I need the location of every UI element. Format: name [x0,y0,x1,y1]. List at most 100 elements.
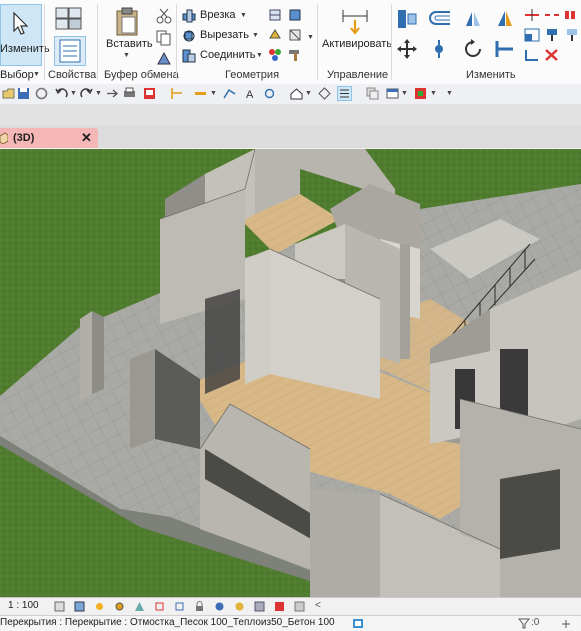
visibility-graphics-icon[interactable] [414,87,427,100]
temp-hide-icon[interactable] [214,601,225,612]
save-icon[interactable] [17,87,30,100]
separator [391,4,392,80]
chevron-down-icon[interactable]: ▼ [70,90,77,97]
unpin-icon[interactable] [564,28,580,42]
3d-viewport[interactable] [0,149,581,597]
worksharing-icon[interactable] [254,601,265,612]
match-properties-icon[interactable] [156,50,172,66]
analytical-model-icon[interactable] [274,601,285,612]
detail-level-icon[interactable] [54,601,65,612]
show-crop-icon[interactable] [174,601,185,612]
thin-lines-icon[interactable] [337,86,352,101]
select-dropdown[interactable]: Выбор ▼ [0,68,44,82]
separator [97,4,98,80]
wall [310,489,380,597]
paste-button[interactable]: Вставить ▼ [104,4,153,64]
select-label: Выбор [0,69,34,81]
geometry-group-title: Геометрия [225,69,280,81]
mirror-pick-axis-icon[interactable] [462,8,484,30]
delete-icon[interactable] [544,48,560,62]
open-icon[interactable] [2,87,15,100]
split-element-icon[interactable] [524,8,540,22]
filter-icon[interactable] [518,618,530,629]
paint-icon[interactable] [268,28,282,42]
align-icon[interactable] [396,8,418,30]
workset-icon[interactable] [352,618,364,629]
sync-icon[interactable] [35,87,48,100]
cut-geometry-button[interactable]: Вырезать ▼ [182,28,264,44]
activate-label: Активировать [322,38,393,50]
chevron-down-icon[interactable]: ▼ [210,90,217,97]
spot-elevation-icon[interactable] [223,87,236,100]
control-group-title: Управление [327,69,389,81]
reveal-hidden-icon[interactable] [234,601,245,612]
drag-elements-icon[interactable] [560,618,572,629]
chevron-down-icon[interactable]: ▼ [401,90,408,97]
customize-qat-icon[interactable]: ▼ [446,90,453,97]
switch-windows-icon[interactable] [386,87,399,100]
arrow-right-icon[interactable] [106,87,119,100]
wall-joins-icon[interactable] [268,8,282,22]
chevron-left-icon[interactable]: < [315,600,321,611]
home-3d-icon[interactable] [290,87,303,100]
hammer-icon[interactable] [288,48,302,62]
scale-selector[interactable]: 1 : 100 [8,600,39,611]
modify-label: Изменить [0,43,50,55]
scale-icon[interactable] [524,28,540,42]
sun-path-icon[interactable] [94,601,105,612]
print-icon[interactable] [123,87,136,100]
copy-element-icon[interactable] [428,38,450,60]
render-icon[interactable] [134,601,145,612]
tag-icon[interactable]: A [244,87,257,100]
cut-icon[interactable] [156,8,172,24]
highlight-displacement-icon[interactable] [294,601,305,612]
demolish-icon[interactable] [288,28,302,42]
pin-icon[interactable] [544,28,560,42]
color-fill-icon[interactable] [268,48,282,62]
cut-geometry-label: Вырезать [200,29,249,41]
type-properties-button[interactable] [52,6,86,30]
close-icon[interactable]: ✕ [81,130,92,146]
properties-palette-icon [59,39,81,63]
cope-icon [182,9,196,23]
tab-3d-view[interactable]: (3D) ✕ [0,128,98,148]
join-button[interactable]: Соединить ▼ [182,48,264,64]
section-icon[interactable] [318,87,331,100]
activate-button[interactable]: Активировать [320,4,392,64]
trim-multiple-icon[interactable] [524,48,540,62]
redo-icon[interactable] [80,87,93,100]
split-face-icon[interactable] [288,8,302,22]
chevron-down-icon[interactable]: ▼ [95,90,102,97]
clipboard-icon [116,7,138,36]
chevron-down-icon[interactable]: ▼ [307,34,314,41]
split-gap-icon[interactable] [544,8,560,22]
activate-dimension-icon [342,10,368,35]
properties-button[interactable] [54,36,86,66]
copy-icon[interactable] [156,30,172,46]
join-label: Соединить [200,49,256,61]
text-icon[interactable] [263,87,276,100]
building-3d-model [0,149,581,597]
cope-button[interactable]: Врезка ▼ [182,8,264,24]
cope-label: Врезка [200,9,236,21]
move-icon[interactable] [396,38,418,60]
aligned-dimension-icon[interactable] [194,87,207,100]
chevron-down-icon[interactable]: ▼ [305,90,312,97]
balcony-window [500,469,560,559]
export-icon[interactable] [143,87,156,100]
clipboard-group-title: Буфер обмена [104,69,179,81]
array-icon[interactable] [564,8,580,22]
undo-icon[interactable] [55,87,68,100]
visual-style-icon[interactable] [74,601,85,612]
shadows-icon[interactable] [114,601,125,612]
crop-view-icon[interactable] [154,601,165,612]
measure-icon[interactable] [170,87,183,100]
lock-view-icon[interactable] [194,601,205,612]
rotate-icon[interactable] [462,38,484,60]
modify-button[interactable]: Изменить [0,4,50,66]
close-hidden-windows-icon[interactable] [366,87,379,100]
offset-icon[interactable] [428,8,452,30]
trim-extend-icon[interactable] [494,38,516,60]
chevron-down-icon[interactable]: ▼ [430,90,437,97]
mirror-draw-axis-icon[interactable] [494,8,516,30]
